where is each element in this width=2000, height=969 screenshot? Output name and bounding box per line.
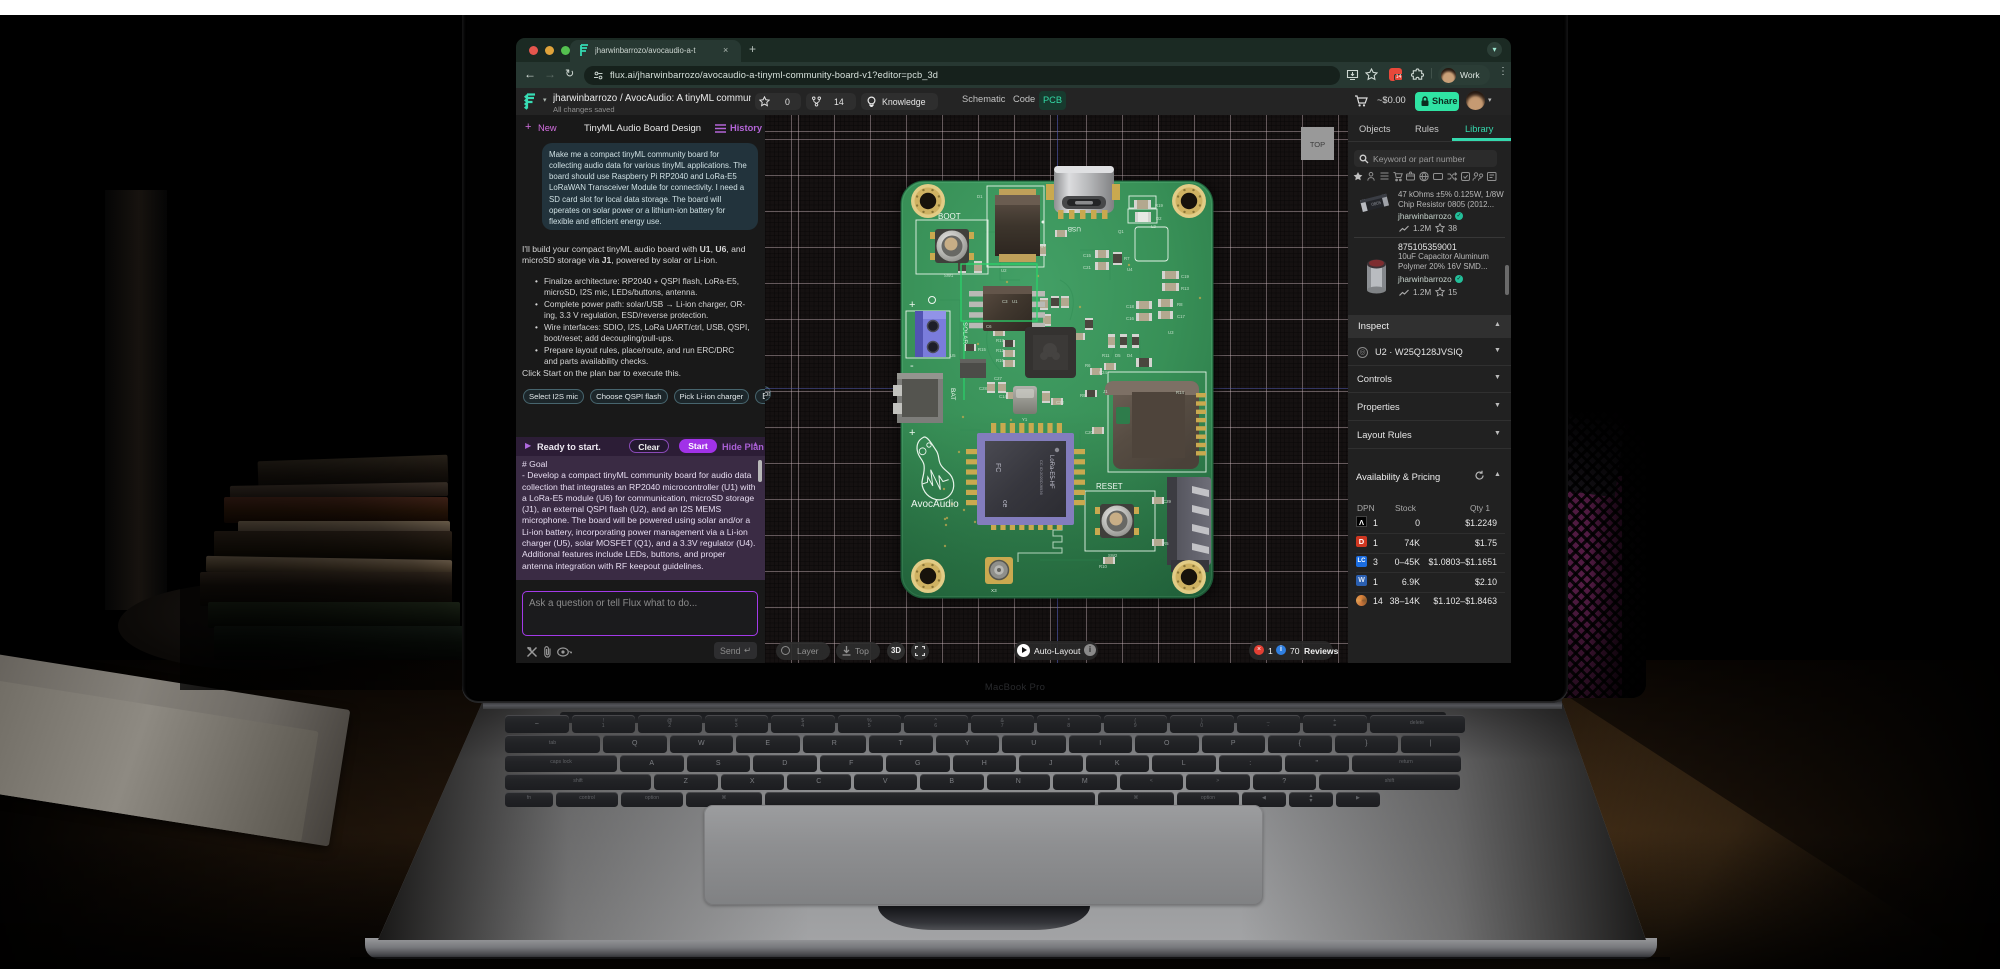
svg-text:C21: C21	[1083, 265, 1091, 270]
svg-text:U4: U4	[1127, 267, 1133, 272]
svg-text:R13: R13	[1181, 286, 1189, 291]
svg-text:R5: R5	[1163, 541, 1169, 546]
svg-text:R19: R19	[1155, 203, 1163, 208]
svg-text:USB: USB	[1068, 225, 1081, 232]
svg-text:D2: D2	[1156, 216, 1162, 221]
svg-text:C20: C20	[1085, 430, 1093, 435]
svg-text:SW2: SW2	[1108, 553, 1118, 558]
svg-text:U5: U5	[950, 353, 956, 358]
svg-text:U3: U3	[1168, 330, 1174, 335]
svg-text:L2: L2	[1151, 224, 1156, 229]
svg-text:R17: R17	[996, 338, 1004, 343]
svg-text:BOOT: BOOT	[938, 212, 961, 221]
svg-text:U2: U2	[1001, 268, 1007, 273]
svg-text:+: +	[909, 299, 915, 311]
svg-text:R16: R16	[996, 358, 1004, 363]
svg-text:RESET: RESET	[1096, 482, 1123, 491]
svg-text:R6: R6	[1085, 363, 1091, 368]
svg-text:C17: C17	[1177, 314, 1185, 319]
svg-text:R9: R9	[1080, 393, 1086, 398]
svg-text:SW1: SW1	[944, 273, 954, 278]
svg-text:Y1: Y1	[1022, 417, 1028, 422]
svg-text:CC ID:2020DJ6936: CC ID:2020DJ6936	[1039, 460, 1044, 495]
svg-text:C6: C6	[986, 324, 992, 329]
svg-text:C24: C24	[1099, 370, 1107, 375]
svg-text:C27: C27	[994, 376, 1002, 381]
svg-text:C16: C16	[1126, 316, 1134, 321]
svg-text:D5: D5	[1115, 353, 1121, 358]
svg-text:C22: C22	[1056, 400, 1064, 405]
svg-text:C14: C14	[999, 394, 1007, 399]
svg-text:C28: C28	[979, 386, 987, 391]
svg-text:D1: D1	[977, 194, 983, 199]
svg-text:X3: X3	[991, 588, 997, 593]
svg-text:C18: C18	[1126, 304, 1134, 309]
svg-text:U1: U1	[1012, 299, 1018, 304]
svg-text:R12: R12	[996, 348, 1004, 353]
svg-text:Q1: Q1	[1040, 243, 1046, 248]
svg-text:+: +	[909, 427, 915, 439]
svg-text:J1: J1	[1103, 389, 1108, 394]
svg-text:R10: R10	[1099, 564, 1107, 569]
svg-text:R7: R7	[1124, 256, 1130, 261]
svg-text:D4: D4	[1127, 353, 1133, 358]
svg-text:FC: FC	[994, 463, 1001, 472]
svg-text:AvocAudio: AvocAudio	[911, 499, 959, 510]
svg-text:Q1: Q1	[1118, 229, 1124, 234]
svg-text:C29: C29	[1163, 499, 1171, 504]
svg-text:C3: C3	[1002, 299, 1008, 304]
svg-text:R15: R15	[978, 347, 986, 352]
svg-text:C15: C15	[1083, 253, 1091, 258]
svg-text:-: -	[910, 360, 914, 372]
svg-text:R11: R11	[1102, 353, 1110, 358]
svg-text:R8: R8	[1177, 302, 1183, 307]
svg-text:LoRa-E5-HF: LoRa-E5-HF	[1048, 455, 1054, 489]
svg-text:BAT: BAT	[949, 388, 956, 400]
svg-text:C19: C19	[1181, 274, 1189, 279]
svg-text:R14: R14	[1176, 390, 1184, 395]
svg-text:ce: ce	[1001, 500, 1008, 508]
